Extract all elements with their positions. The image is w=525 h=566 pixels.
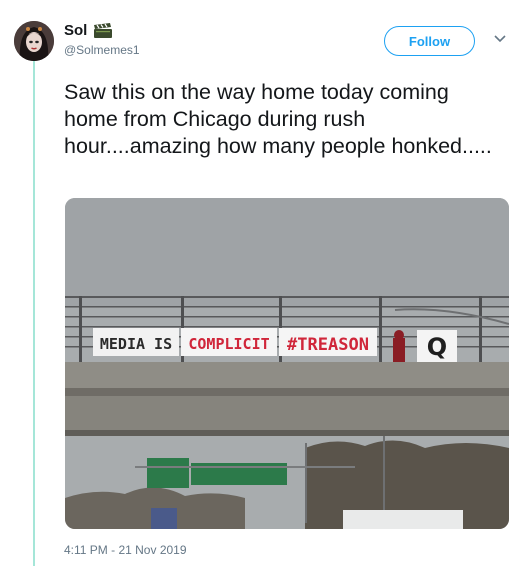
banner-treason: #TREASON [287, 335, 369, 355]
banner-complicit: COMPLICIT [188, 335, 269, 353]
clapper-board-icon [93, 22, 113, 39]
user-handle[interactable]: @Solmemes1 [64, 43, 140, 57]
display-name[interactable]: Sol [64, 22, 87, 39]
avatar[interactable] [14, 21, 54, 61]
follow-button[interactable]: Follow [384, 26, 475, 56]
avatar-image [14, 21, 54, 61]
banner-q: Q [427, 333, 447, 361]
chevron-down-icon[interactable] [494, 34, 506, 44]
thread-line [33, 60, 35, 566]
name-row: Sol [64, 22, 113, 39]
overpass-photo: MEDIA IS COMPLICIT #TREASON Q [65, 198, 509, 529]
tweet-photo[interactable]: MEDIA IS COMPLICIT #TREASON Q [65, 198, 509, 529]
tweet-timestamp[interactable]: 4:11 PM - 21 Nov 2019 [64, 543, 187, 557]
banner-media-is: MEDIA IS [100, 335, 172, 353]
tweet-text: Saw this on the way home today coming ho… [64, 80, 492, 158]
